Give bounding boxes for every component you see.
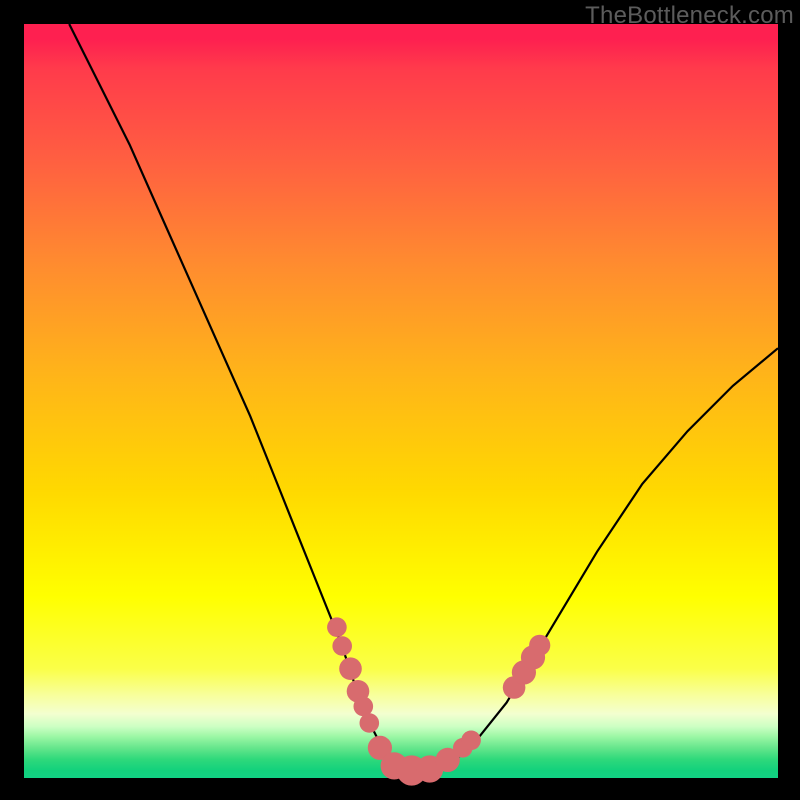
marker-dot (339, 657, 362, 680)
curve-svg (24, 24, 778, 778)
marker-dot (332, 636, 352, 656)
marker-dot (360, 713, 380, 733)
marker-dot (327, 617, 347, 637)
chart-frame: TheBottleneck.com (0, 0, 800, 800)
gradient-plot-area (24, 24, 778, 778)
marker-dot (529, 635, 550, 656)
curve-markers (327, 617, 550, 785)
main-curve (69, 24, 778, 771)
marker-dot (461, 731, 481, 751)
